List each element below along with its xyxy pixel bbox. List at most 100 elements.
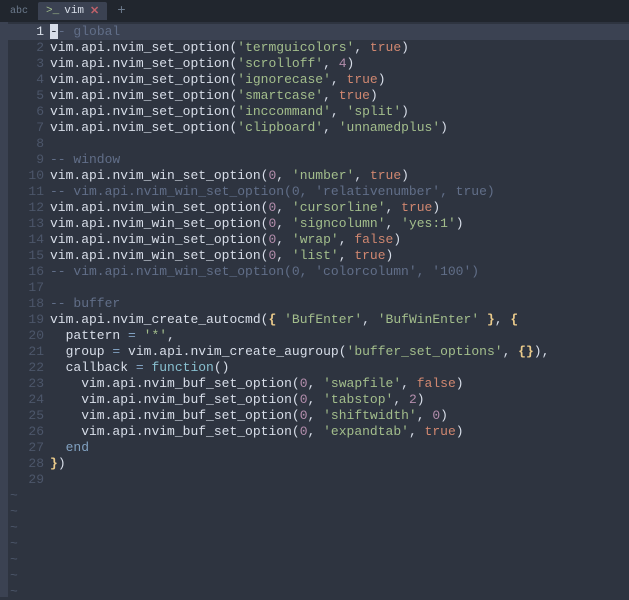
token: , — [276, 248, 292, 263]
code-line[interactable]: 25 vim.api.nvim_buf_set_option(0, 'shift… — [8, 408, 629, 424]
token: 0 — [432, 408, 440, 423]
code-line[interactable]: 16-- vim.api.nvim_win_set_option(0, 'col… — [8, 264, 629, 280]
line-number: 16 — [8, 264, 50, 280]
code-content[interactable] — [50, 136, 629, 152]
code-line[interactable]: 29 — [8, 472, 629, 488]
code-content[interactable]: -- global — [50, 24, 629, 40]
token: , — [323, 120, 339, 135]
code-line[interactable]: 24 vim.api.nvim_buf_set_option(0, 'tabst… — [8, 392, 629, 408]
token: nvim_set_option — [112, 72, 229, 87]
line-number: 7 — [8, 120, 50, 136]
token: vim — [50, 200, 73, 215]
code-line[interactable]: 2vim.api.nvim_set_option('termguicolors'… — [8, 40, 629, 56]
line-number: 27 — [8, 440, 50, 456]
code-line[interactable]: 21 group = vim.api.nvim_create_augroup('… — [8, 344, 629, 360]
token: ) — [456, 216, 464, 231]
code-content[interactable] — [50, 280, 629, 296]
token: 2 — [409, 392, 417, 407]
code-content[interactable]: vim.api.nvim_set_option('smartcase', tru… — [50, 88, 629, 104]
token: nvim_buf_set_option — [144, 424, 292, 439]
token: vim — [50, 424, 105, 439]
code-line[interactable]: 15vim.api.nvim_win_set_option(0, 'list',… — [8, 248, 629, 264]
code-line[interactable]: 28}) — [8, 456, 629, 472]
code-content[interactable]: vim.api.nvim_buf_set_option(0, 'swapfile… — [50, 376, 629, 392]
tab-leading-label: abc — [4, 6, 34, 17]
code-content[interactable]: vim.api.nvim_set_option('termguicolors',… — [50, 40, 629, 56]
code-content[interactable]: vim.api.nvim_set_option('ignorecase', tr… — [50, 72, 629, 88]
token: nvim_set_option — [112, 40, 229, 55]
code-line[interactable]: 19vim.api.nvim_create_autocmd({ 'BufEnte… — [8, 312, 629, 328]
new-tab-button[interactable]: + — [117, 3, 125, 19]
token: , — [386, 216, 402, 231]
code-line[interactable]: 5vim.api.nvim_set_option('smartcase', tr… — [8, 88, 629, 104]
code-line[interactable]: 4vim.api.nvim_set_option('ignorecase', t… — [8, 72, 629, 88]
code-line[interactable]: 12vim.api.nvim_win_set_option(0, 'cursor… — [8, 200, 629, 216]
token: = — [128, 328, 136, 343]
token: ) — [378, 72, 386, 87]
code-content[interactable]: }) — [50, 456, 629, 472]
token: api — [159, 344, 182, 359]
code-content[interactable]: end — [50, 440, 629, 456]
tab-vim[interactable]: >_ vim ✕ — [38, 2, 107, 20]
line-number: 13 — [8, 216, 50, 232]
token: true — [401, 200, 432, 215]
code-line[interactable]: 1-- global — [8, 24, 629, 40]
code-content[interactable]: vim.api.nvim_create_autocmd({ 'BufEnter'… — [50, 312, 629, 328]
code-line[interactable]: 14vim.api.nvim_win_set_option(0, 'wrap',… — [8, 232, 629, 248]
code-line[interactable]: 27 end — [8, 440, 629, 456]
code-line[interactable]: 23 vim.api.nvim_buf_set_option(0, 'swapf… — [8, 376, 629, 392]
code-content[interactable]: vim.api.nvim_win_set_option(0, 'list', t… — [50, 248, 629, 264]
token: , — [495, 312, 511, 327]
code-content[interactable]: vim.api.nvim_buf_set_option(0, 'tabstop'… — [50, 392, 629, 408]
token: ) — [347, 56, 355, 71]
token: 'signcolumn' — [292, 216, 386, 231]
code-line[interactable]: 7vim.api.nvim_set_option('clipboard', 'u… — [8, 120, 629, 136]
token: vim — [50, 376, 105, 391]
editor-wrap: 1-- global2vim.api.nvim_set_option('term… — [0, 22, 629, 597]
code-content[interactable]: -- vim.api.nvim_win_set_option(0, 'color… — [50, 264, 629, 280]
code-content[interactable]: vim.api.nvim_buf_set_option(0, 'shiftwid… — [50, 408, 629, 424]
editor[interactable]: 1-- global2vim.api.nvim_set_option('term… — [8, 22, 629, 597]
code-line[interactable]: 22 callback = function() — [8, 360, 629, 376]
code-line[interactable]: 18-- buffer — [8, 296, 629, 312]
line-number: 22 — [8, 360, 50, 376]
empty-line-tilde: ~ — [8, 488, 629, 504]
code-line[interactable]: 20 pattern = '*', — [8, 328, 629, 344]
code-content[interactable]: -- window — [50, 152, 629, 168]
code-content[interactable]: callback = function() — [50, 360, 629, 376]
code-content[interactable]: group = vim.api.nvim_create_augroup('buf… — [50, 344, 629, 360]
code-content[interactable]: vim.api.nvim_set_option('inccommand', 's… — [50, 104, 629, 120]
token: 0 — [300, 392, 308, 407]
code-line[interactable]: 10vim.api.nvim_win_set_option(0, 'number… — [8, 168, 629, 184]
token: 'swapfile' — [323, 376, 401, 391]
code-line[interactable]: 11-- vim.api.nvim_win_set_option(0, 'rel… — [8, 184, 629, 200]
code-content[interactable]: -- buffer — [50, 296, 629, 312]
close-icon[interactable]: ✕ — [90, 4, 99, 18]
token: vim — [50, 392, 105, 407]
code-content[interactable]: -- vim.api.nvim_win_set_option(0, 'relat… — [50, 184, 629, 200]
code-line[interactable]: 3vim.api.nvim_set_option('scrolloff', 4) — [8, 56, 629, 72]
token: , — [417, 408, 433, 423]
token: vim — [50, 312, 73, 327]
code-content[interactable]: vim.api.nvim_win_set_option(0, 'number',… — [50, 168, 629, 184]
code-line[interactable]: 9-- window — [8, 152, 629, 168]
line-number: 20 — [8, 328, 50, 344]
code-content[interactable] — [50, 472, 629, 488]
code-content[interactable]: pattern = '*', — [50, 328, 629, 344]
code-content[interactable]: vim.api.nvim_win_set_option(0, 'signcolu… — [50, 216, 629, 232]
code-line[interactable]: 13vim.api.nvim_win_set_option(0, 'signco… — [8, 216, 629, 232]
token: 'ignorecase' — [237, 72, 331, 87]
code-content[interactable]: vim.api.nvim_set_option('clipboard', 'un… — [50, 120, 629, 136]
code-line[interactable]: 8 — [8, 136, 629, 152]
line-number: 28 — [8, 456, 50, 472]
code-content[interactable]: vim.api.nvim_set_option('scrolloff', 4) — [50, 56, 629, 72]
code-line[interactable]: 6vim.api.nvim_set_option('inccommand', '… — [8, 104, 629, 120]
token: true — [354, 248, 385, 263]
code-content[interactable]: vim.api.nvim_win_set_option(0, 'cursorli… — [50, 200, 629, 216]
code-content[interactable]: vim.api.nvim_buf_set_option(0, 'expandta… — [50, 424, 629, 440]
token — [136, 328, 144, 343]
code-line[interactable]: 17 — [8, 280, 629, 296]
code-content[interactable]: vim.api.nvim_win_set_option(0, 'wrap', f… — [50, 232, 629, 248]
token: -- vim.api.nvim_win_set_option(0, 'relat… — [50, 184, 495, 199]
code-line[interactable]: 26 vim.api.nvim_buf_set_option(0, 'expan… — [8, 424, 629, 440]
